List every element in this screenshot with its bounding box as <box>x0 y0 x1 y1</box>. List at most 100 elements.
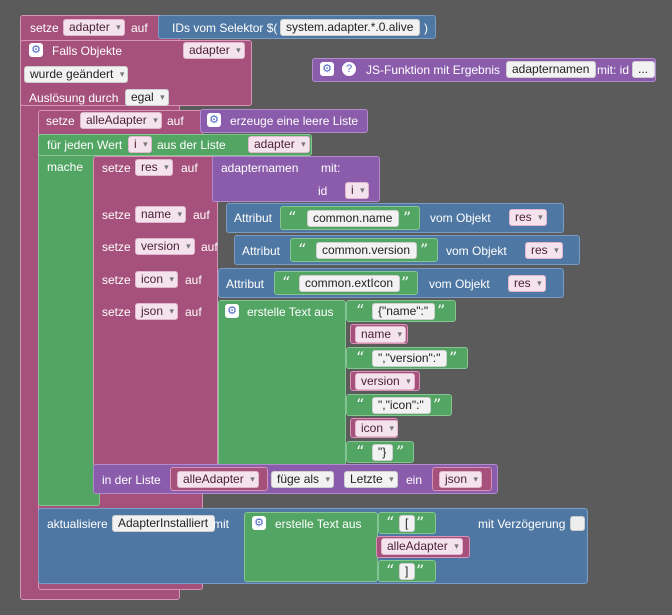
help-icon[interactable]: ? <box>342 62 356 76</box>
close-quote-icon: ” <box>420 240 429 259</box>
auf-label: auf <box>201 240 218 254</box>
text-input[interactable]: {"name":" <box>372 303 436 320</box>
caused-by-label: Auslösung durch <box>29 91 119 105</box>
list-var-dropdown[interactable]: alleAdapter ▾ <box>177 471 259 488</box>
set-label: setze <box>102 273 131 287</box>
chevron-down-icon: ▾ <box>554 245 559 255</box>
list-var-dropdown[interactable]: alleAdapter ▾ <box>80 112 162 129</box>
create-text-label: erstelle Text aus <box>275 517 362 531</box>
delay-label: mit Verzögerung <box>478 517 566 531</box>
in-list-label: in der Liste <box>102 473 161 487</box>
set-label: setze <box>102 161 131 175</box>
update-target-input[interactable]: AdapterInstalliert <box>112 515 216 532</box>
open-quote-icon: “ <box>288 208 297 227</box>
var-dropdown-version[interactable]: version ▾ <box>355 373 415 390</box>
open-quote-icon: “ <box>356 442 365 461</box>
var-dropdown-name[interactable]: name ▾ <box>355 326 407 343</box>
auf-label: auf <box>181 161 198 175</box>
arg-var-dropdown[interactable]: i ▾ <box>345 182 369 199</box>
gear-icon[interactable]: ⚙ <box>225 304 239 318</box>
delay-checkbox[interactable] <box>570 516 585 531</box>
for-each-block[interactable] <box>38 134 100 506</box>
auf-label: auf <box>131 21 148 35</box>
attr-input-version[interactable]: common.version <box>316 242 418 259</box>
create-list-label: erzeuge eine leere Liste <box>230 114 359 128</box>
js-function-name[interactable]: adapternamen <box>506 61 597 78</box>
open-quote-icon: “ <box>356 301 365 320</box>
gear-icon[interactable]: ⚙ <box>207 113 221 127</box>
version-var-dropdown[interactable]: version ▾ <box>135 238 195 255</box>
name-var-dropdown[interactable]: name ▾ <box>135 206 187 223</box>
object-var-dropdown[interactable]: res ▾ <box>525 242 563 259</box>
create-text-label: erstelle Text aus <box>247 305 334 319</box>
set-label: setze <box>102 240 131 254</box>
call-with-label: mit: <box>321 161 341 175</box>
selector-input[interactable]: system.adapter.*.0.alive <box>280 19 421 36</box>
var-dropdown-adapter[interactable]: adapter ▾ <box>63 19 125 36</box>
chevron-down-icon: ▾ <box>389 474 394 484</box>
from-object-label: vom Objekt <box>446 244 507 258</box>
insert-mode-dropdown[interactable]: füge als ▾ <box>271 471 335 488</box>
gear-icon[interactable]: ⚙ <box>29 43 43 57</box>
chevron-down-icon: ▾ <box>397 329 403 339</box>
text-input[interactable]: "} <box>372 444 394 461</box>
text-input[interactable]: ] <box>399 563 416 580</box>
chevron-down-icon: ▾ <box>406 376 411 386</box>
chevron-down-icon: ▾ <box>119 69 125 79</box>
object-var-dropdown[interactable]: res ▾ <box>509 209 547 226</box>
close-quote-icon: ” <box>396 442 405 461</box>
insert-position-dropdown[interactable]: Letzte ▾ <box>344 471 398 488</box>
changed-dropdown[interactable]: wurde geändert ▾ <box>24 66 129 83</box>
gear-icon[interactable]: ⚙ <box>320 62 334 76</box>
open-quote-icon: “ <box>298 240 307 259</box>
from-object-label: vom Objekt <box>430 211 491 225</box>
close-quote-icon: ” <box>416 561 425 580</box>
for-each-label: für jeden Wert <box>47 138 123 152</box>
attribute-label: Attribut <box>226 277 265 291</box>
close-paren: ) <box>424 21 428 35</box>
chevron-down-icon: ▾ <box>153 115 158 125</box>
res-var-dropdown[interactable]: res ▾ <box>135 159 173 176</box>
attr-input-icon[interactable]: common.extIcon <box>299 275 401 292</box>
auf-label: auf <box>193 208 210 222</box>
open-quote-icon: “ <box>386 561 395 580</box>
with-label: mit <box>213 517 229 531</box>
close-quote-icon: ” <box>416 513 425 532</box>
chevron-down-icon: ▾ <box>301 139 306 149</box>
gear-icon[interactable]: ⚙ <box>252 516 266 530</box>
object-var-dropdown[interactable]: res ▾ <box>508 275 546 292</box>
chevron-down-icon: ▾ <box>538 212 543 222</box>
auf-label: auf <box>185 305 202 319</box>
param-id-label: id <box>318 184 328 198</box>
set-label: setze <box>46 114 75 128</box>
trigger-label: Falls Objekte <box>52 44 123 58</box>
cause-dropdown[interactable]: egal ▾ <box>125 89 169 106</box>
loop-var-dropdown[interactable]: i ▾ <box>128 136 152 153</box>
text-input[interactable]: [ <box>399 515 416 532</box>
text-input[interactable]: ","version":" <box>372 350 448 367</box>
chevron-down-icon: ▾ <box>143 139 148 149</box>
in-label: ein <box>406 473 423 487</box>
chevron-down-icon: ▾ <box>325 474 331 484</box>
chevron-down-icon: ▾ <box>360 185 365 195</box>
js-function-label: JS-Funktion mit Ergebnis <box>366 63 501 77</box>
js-more-button[interactable]: ... <box>632 61 656 78</box>
json-var-dropdown[interactable]: json ▾ <box>135 303 179 320</box>
source-list-dropdown[interactable]: adapter ▾ <box>248 136 310 153</box>
trigger-var-dropdown[interactable]: adapter ▾ <box>183 42 245 59</box>
close-quote-icon: ” <box>433 395 442 414</box>
open-quote-icon: “ <box>282 273 291 292</box>
item-var-dropdown[interactable]: json ▾ <box>439 471 483 488</box>
chevron-down-icon: ▾ <box>116 22 121 32</box>
icon-var-dropdown[interactable]: icon ▾ <box>135 271 179 288</box>
chevron-down-icon: ▾ <box>236 45 241 55</box>
chevron-down-icon: ▾ <box>164 162 169 172</box>
text-input[interactable]: ","icon":" <box>372 397 431 414</box>
var-dropdown-alleAdapter[interactable]: alleAdapter ▾ <box>381 538 463 555</box>
chevron-down-icon: ▾ <box>186 241 191 251</box>
chevron-down-icon: ▾ <box>177 209 183 219</box>
create-text-block[interactable] <box>218 300 346 466</box>
chevron-down-icon: ▾ <box>160 92 165 102</box>
var-dropdown-icon[interactable]: icon ▾ <box>355 420 399 437</box>
attr-input-name[interactable]: common.name <box>307 210 400 227</box>
